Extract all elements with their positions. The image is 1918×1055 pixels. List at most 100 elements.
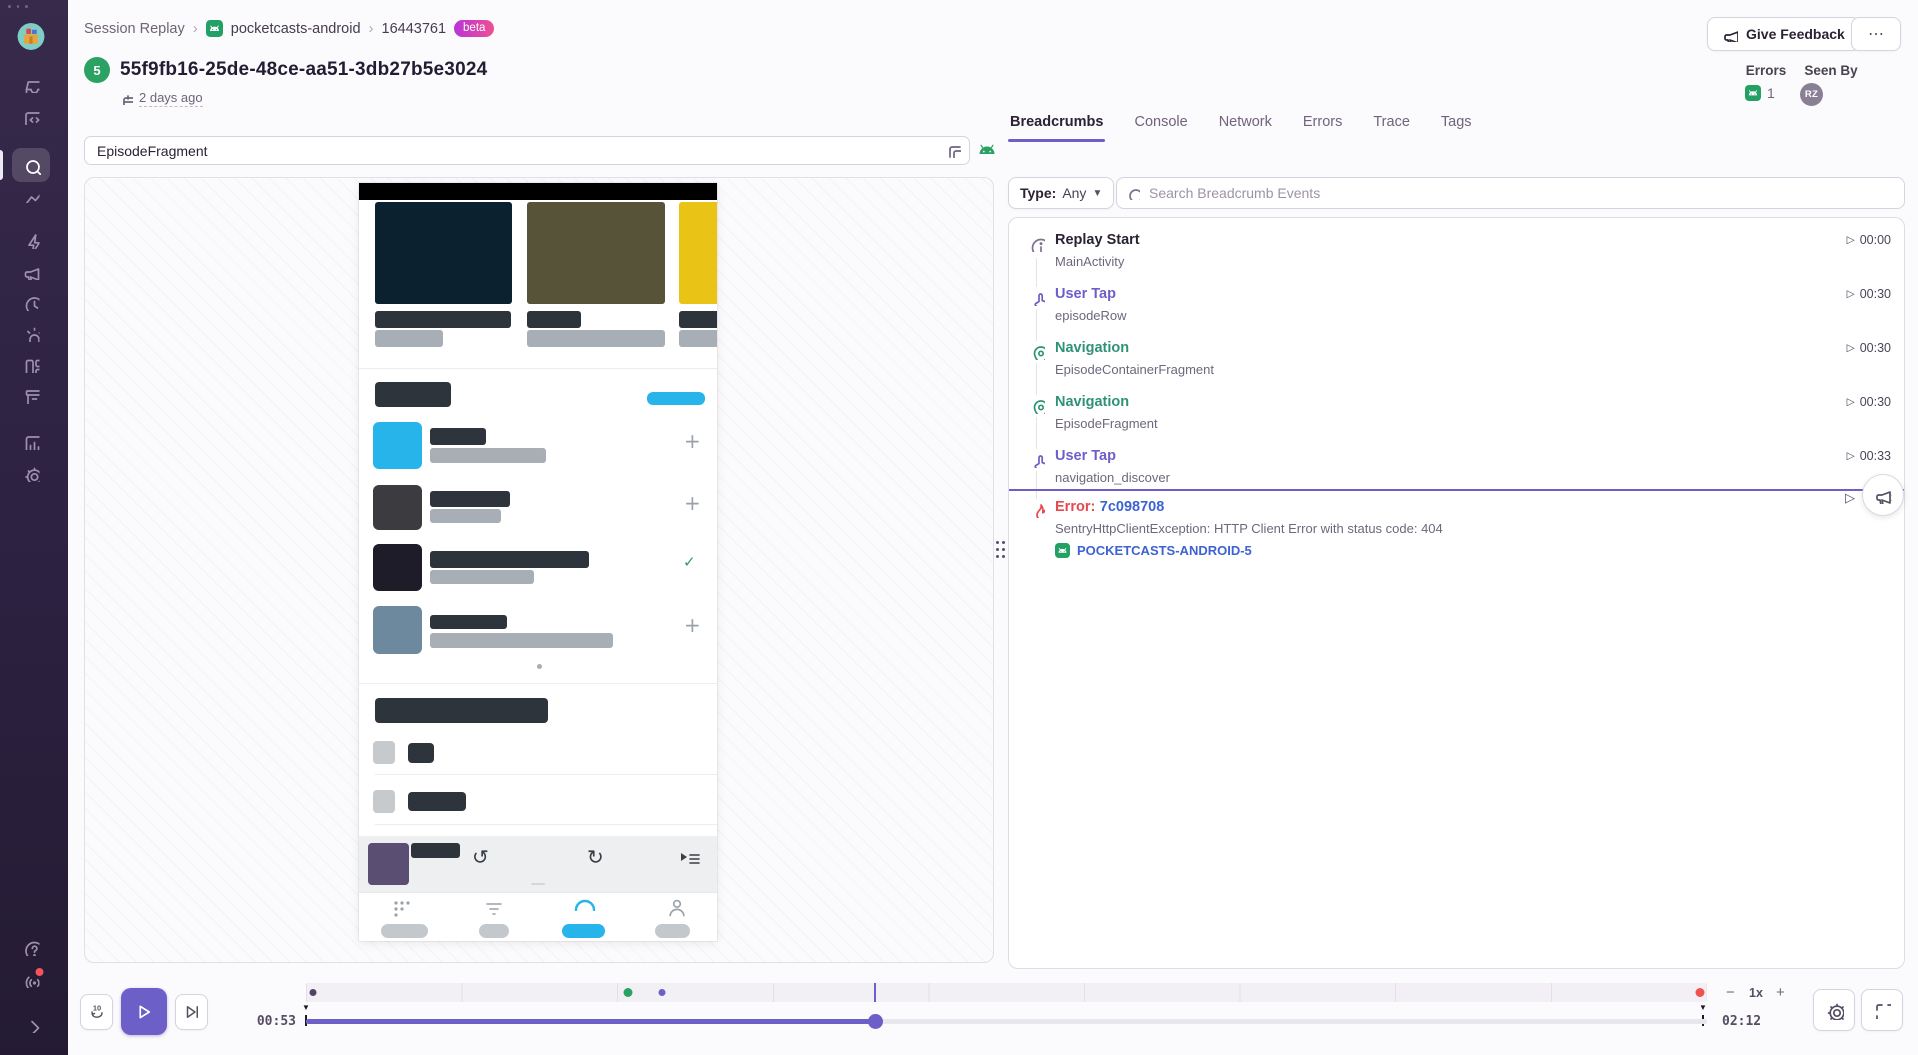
player-settings-button[interactable] bbox=[1813, 989, 1855, 1031]
timeline-event-marker[interactable] bbox=[874, 983, 876, 1002]
tab[interactable]: Trace bbox=[1371, 112, 1412, 142]
tab-label: Errors bbox=[1303, 114, 1342, 130]
tab[interactable]: Breadcrumbs bbox=[1008, 112, 1105, 142]
trim-start-marker[interactable]: ▼ bbox=[302, 1003, 310, 1012]
sidebar-item-feedback[interactable] bbox=[23, 263, 40, 280]
check-icon: ✓ bbox=[683, 553, 696, 571]
tab[interactable]: Network bbox=[1217, 112, 1274, 142]
type-filter-dropdown[interactable]: Type: Any ▼ bbox=[1008, 177, 1114, 209]
breadcrumb-event-row[interactable]: Navigation EpisodeFragment ▷00:30 bbox=[1009, 386, 1904, 440]
breadcrumb-project[interactable]: pocketcasts-android bbox=[231, 21, 361, 37]
timeline-playhead[interactable] bbox=[868, 1014, 883, 1029]
jump-back-button[interactable]: 10 bbox=[80, 994, 113, 1030]
play-button[interactable] bbox=[121, 988, 167, 1035]
breadcrumb-event-row[interactable]: Navigation EpisodeContainerFragment ▷00:… bbox=[1009, 332, 1904, 386]
event-title: Navigation bbox=[1055, 394, 1890, 411]
timeline-event-marker[interactable] bbox=[310, 989, 317, 996]
sidebar-item-settings[interactable] bbox=[23, 465, 40, 482]
seen-by-avatar[interactable]: RZ bbox=[1800, 83, 1823, 106]
skeleton-bar bbox=[375, 311, 511, 328]
seen-by-label: Seen By bbox=[1798, 63, 1864, 78]
skeleton-card bbox=[679, 202, 717, 304]
trim-end-marker[interactable]: ▼ bbox=[1699, 1003, 1707, 1012]
skeleton-header bbox=[375, 382, 451, 407]
issue-link[interactable]: POCKETCASTS-ANDROID-5 bbox=[1077, 543, 1252, 558]
zoom-in-button[interactable]: + bbox=[1776, 984, 1785, 1001]
event-title: User Tap bbox=[1055, 286, 1890, 303]
copy-button[interactable] bbox=[945, 142, 961, 158]
sidebar-item-integrations[interactable] bbox=[23, 356, 40, 373]
skeleton-bar bbox=[527, 311, 581, 328]
calendar-icon bbox=[120, 92, 133, 105]
sidebar-item-releases[interactable] bbox=[23, 387, 40, 404]
sidebar-item-replays[interactable] bbox=[23, 294, 40, 311]
replay-player-viewport[interactable]: + + ✓ + ↺ bbox=[84, 177, 994, 963]
breadcrumb-event-row[interactable]: User Tap navigation_discover ▷00:33 bbox=[1009, 440, 1904, 494]
sidebar-item-insights[interactable] bbox=[23, 232, 40, 249]
sidebar-item-stats[interactable] bbox=[23, 433, 40, 450]
sidebar-item-help[interactable] bbox=[23, 939, 40, 956]
event-timestamp-button[interactable]: ▷00:30 bbox=[1847, 341, 1891, 355]
more-options-button[interactable]: ⋯ bbox=[1851, 17, 1901, 51]
timeline-event-marker[interactable] bbox=[624, 988, 633, 997]
breadcrumb-search-input[interactable] bbox=[1116, 177, 1905, 209]
event-title: Navigation bbox=[1055, 340, 1890, 357]
search-icon bbox=[22, 156, 41, 175]
sidebar-item-projects[interactable] bbox=[23, 108, 40, 125]
sidebar-expand-button[interactable] bbox=[23, 1016, 40, 1033]
time-ago-link[interactable]: 2 days ago bbox=[139, 90, 203, 107]
play-icon: ▷ bbox=[1847, 288, 1855, 300]
skeleton-bar bbox=[679, 311, 717, 328]
event-time: 00:33 bbox=[1860, 449, 1891, 463]
android-project-icon bbox=[206, 20, 223, 37]
sidebar-item-whats-new[interactable] bbox=[23, 971, 40, 988]
breadcrumb-event-row[interactable]: Replay Start MainActivity ▷00:00 bbox=[1009, 224, 1904, 278]
breadcrumb-event-row[interactable]: User Tap episodeRow ▷00:30 bbox=[1009, 278, 1904, 332]
breadcrumb-event-panel: Replay Start MainActivity ▷00:00 User Ta… bbox=[1008, 217, 1905, 969]
dom-search-input[interactable] bbox=[84, 136, 970, 165]
event-timestamp-button[interactable]: ▷00:33 bbox=[1847, 449, 1891, 463]
redo-icon: ↻ bbox=[587, 845, 604, 869]
org-avatar[interactable] bbox=[18, 23, 45, 50]
sidebar-item-alerts[interactable] bbox=[23, 325, 40, 342]
zoom-out-button[interactable]: − bbox=[1726, 984, 1735, 1001]
play-icon: ▷ bbox=[1847, 396, 1855, 408]
sidebar-item-dashboards[interactable] bbox=[23, 186, 40, 203]
playback-speed[interactable]: 1x bbox=[1749, 986, 1763, 1000]
active-tab-pill bbox=[562, 924, 605, 938]
skeleton-bar bbox=[408, 792, 466, 811]
fullscreen-button[interactable] bbox=[1861, 989, 1903, 1031]
breadcrumb-replay-number[interactable]: 16443761 bbox=[382, 21, 447, 37]
timeline-event-strip[interactable] bbox=[306, 983, 1707, 1002]
tab[interactable]: Console bbox=[1132, 112, 1189, 142]
home-indicator bbox=[531, 883, 545, 885]
panel-resize-handle[interactable] bbox=[996, 541, 1006, 559]
tab[interactable]: Tags bbox=[1439, 112, 1474, 142]
timeline-event-marker[interactable] bbox=[1695, 988, 1704, 997]
tab-label: Console bbox=[1134, 114, 1187, 130]
issue-chip[interactable]: POCKETCASTS-ANDROID-5 bbox=[1055, 543, 1890, 558]
replay-dom-search bbox=[84, 136, 970, 167]
event-timestamp-button[interactable]: ▷00:00 bbox=[1847, 233, 1891, 247]
error-id-link[interactable]: 7c098708 bbox=[1100, 499, 1165, 515]
timeline-scrubber[interactable] bbox=[306, 1019, 1707, 1024]
skeleton-bar bbox=[430, 570, 534, 584]
skeleton-artwork bbox=[373, 544, 422, 591]
error-play-button[interactable]: ▷ bbox=[1845, 490, 1855, 506]
sidebar-item-explore-active[interactable] bbox=[12, 148, 50, 182]
sidebar-item-issues[interactable] bbox=[23, 76, 40, 93]
event-timestamp-button[interactable]: ▷00:30 bbox=[1847, 395, 1891, 409]
event-timestamp-button[interactable]: ▷ 00:30 bbox=[1847, 287, 1891, 301]
feedback-float-button[interactable] bbox=[1862, 474, 1904, 516]
timeline-event-marker[interactable] bbox=[658, 989, 665, 996]
breadcrumb: Session Replay › pocketcasts-android › 1… bbox=[84, 20, 494, 37]
event-time: 00:30 bbox=[1860, 287, 1891, 301]
skip-to-end-button[interactable] bbox=[175, 994, 208, 1030]
error-event-row[interactable]: Error: 7c098708 SentryHttpClientExceptio… bbox=[1009, 494, 1904, 558]
tab[interactable]: Errors bbox=[1301, 112, 1344, 142]
replay-title-row: 5 55f9fb16-25de-48ce-aa51-3db27b5e3024 bbox=[84, 57, 487, 83]
give-feedback-button[interactable]: Give Feedback bbox=[1707, 17, 1860, 51]
breadcrumb-separator: › bbox=[369, 20, 374, 37]
breadcrumb-session-replay[interactable]: Session Replay bbox=[84, 21, 185, 37]
app-sidebar bbox=[0, 0, 68, 1055]
